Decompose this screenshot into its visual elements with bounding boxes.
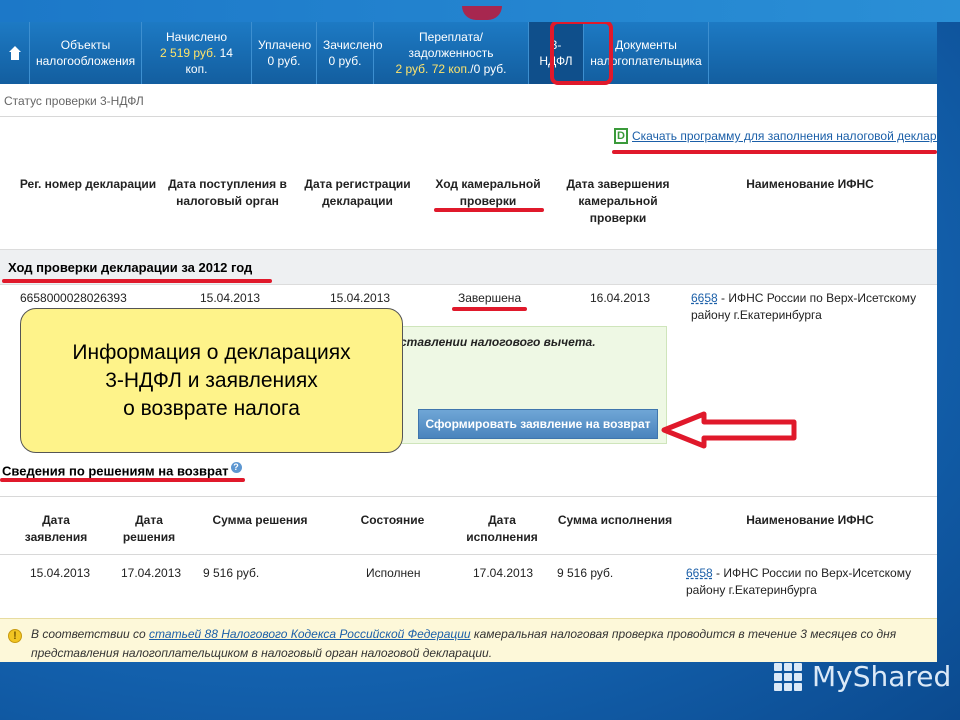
ifns-name-cont: району г.Екатеринбурга <box>691 308 822 322</box>
col-header-registered: Дата регистрации декларации <box>304 177 411 208</box>
annotation-underline <box>612 150 937 154</box>
nav-debt-amount: /0 руб. <box>470 62 507 76</box>
cell-ifns: 6658 - ИФНС России по Верх-Исетскому рай… <box>691 290 931 324</box>
col-header-state: Состояние <box>360 513 425 527</box>
annotation-underline <box>434 208 544 212</box>
notice-text-part: В соответствии со <box>31 627 150 641</box>
annotation-underline <box>2 279 272 283</box>
nav-label: Зачислено <box>323 38 383 52</box>
cell-amount: 9 516 руб. <box>203 566 260 580</box>
cell-ifns: 6658 - ИФНС России по Верх-Исетскому рай… <box>686 565 926 599</box>
col-header-received: Дата поступления в налоговый орган <box>168 177 287 208</box>
nav-label: Переплата/задолженность <box>408 30 494 60</box>
ifns-name: - ИФНС России по Верх-Исетскому <box>712 566 912 580</box>
notice-text: В соответствии со статьей 88 Налогового … <box>31 625 911 662</box>
nav-accrued[interactable]: Начислено 2 519 руб. 14 коп. <box>142 22 252 84</box>
nav-sublabel: 0 руб. <box>267 54 301 68</box>
deduction-notice-box: ставлении налогового вычета. Сформироват… <box>395 326 667 444</box>
col-header-amount: Сумма решения <box>212 513 308 527</box>
slide-top-strip <box>0 0 960 22</box>
nav-overpayment[interactable]: Переплата/задолженность 2 руб. 72 коп./0… <box>374 22 529 84</box>
screenshot-panel: Объекты налогообложения Начислено 2 519 … <box>0 22 937 662</box>
nav-label: Уплачено <box>258 38 312 52</box>
cell-received: 15.04.2013 <box>200 291 261 305</box>
divider <box>0 116 937 117</box>
page-breadcrumb: Статус проверки 3-НДФЛ <box>4 94 144 108</box>
section-title-refunds: Сведения по решениям на возврат? <box>2 462 242 478</box>
annotation-arrow-icon <box>661 411 797 449</box>
home-icon <box>8 46 21 60</box>
col-header-ifns: Наименование ИФНС <box>746 177 874 191</box>
callout-line: о возврате налога <box>123 396 300 420</box>
nav-label: Объекты <box>60 38 111 52</box>
decoration <box>462 6 502 20</box>
brand-watermark: MyShared <box>774 660 951 693</box>
divider <box>0 496 937 497</box>
refund-section-title: Сведения по решениям на возврат <box>2 463 229 479</box>
top-nav: Объекты налогообложения Начислено 2 519 … <box>0 22 937 84</box>
ifns-code-link[interactable]: 6658 <box>686 566 713 580</box>
cell-state: Исполнен <box>366 566 421 580</box>
nav-paid[interactable]: Уплачено 0 руб. <box>252 22 317 84</box>
col-header-exec-amount: Сумма исполнения <box>557 513 673 527</box>
annotation-box-3ndfl <box>550 22 613 85</box>
brand-name: MyShared <box>812 660 952 693</box>
nav-label: Начислено <box>165 30 227 44</box>
col-header-decided: Дата решения <box>122 513 176 544</box>
article-88-link[interactable]: статьей 88 Налогового Кодекса Российской… <box>149 627 471 641</box>
download-link-text[interactable]: Скачать программу для заполнения налогов… <box>632 129 937 143</box>
cell-completed: 16.04.2013 <box>590 291 651 305</box>
nav-sublabel: 0 руб. <box>328 54 362 68</box>
nav-credited[interactable]: Зачислено 0 руб. <box>317 22 383 84</box>
callout-line: Информация о декларациях <box>72 340 351 364</box>
cell-exec-amount: 9 516 руб. <box>557 566 614 580</box>
col-header-completed: Дата завершения камеральной проверки <box>566 177 670 225</box>
nav-accrued-rub: 2 519 руб. <box>160 46 217 60</box>
section-title-declaration: Ход проверки декларации за 2012 год <box>8 260 253 275</box>
download-program-link[interactable]: D Скачать программу для заполнения налог… <box>614 128 937 144</box>
col-header-reg-number: Рег. номер декларации <box>19 177 157 191</box>
notice-text-part: камеральная налоговая проверка проводитс… <box>470 627 897 641</box>
notice-text-part: представления налогоплательщиком в налог… <box>31 646 493 660</box>
nav-sublabel: налогообложения <box>36 54 136 68</box>
col-header-executed: Дата исполнения <box>466 513 538 544</box>
create-refund-application-button[interactable]: Сформировать заявление на возврат <box>418 409 658 439</box>
col-header-ifns: Наименование ИФНС <box>746 513 874 527</box>
divider <box>0 554 937 555</box>
deduction-notice-text: ставлении налогового вычета. <box>400 335 596 349</box>
cell-applied: 15.04.2013 <box>30 566 91 580</box>
nav-objects[interactable]: Объекты налогообложения <box>30 22 142 84</box>
ifns-name: - ИФНС России по Верх-Исетскому <box>717 291 917 305</box>
info-callout: Информация о декларациях 3-НДФЛ и заявле… <box>20 308 403 453</box>
cell-executed: 17.04.2013 <box>473 566 534 580</box>
cell-decided: 17.04.2013 <box>121 566 182 580</box>
cell-reg-number: 6658000028026393 <box>20 291 127 305</box>
warning-icon: ! <box>8 629 22 643</box>
callout-line: 3-НДФЛ и заявлениях <box>105 368 318 392</box>
col-header-applied: Дата заявления <box>24 513 88 544</box>
ifns-name-cont: району г.Екатеринбурга <box>686 583 817 597</box>
brand-logo-icon <box>774 662 804 691</box>
col-header-progress: Ход камеральной проверки <box>435 177 541 208</box>
nav-overpayment-amount: 2 руб. 72 коп. <box>395 62 471 76</box>
home-button[interactable] <box>0 22 30 84</box>
cell-progress: Завершена <box>458 291 522 305</box>
ifns-code-link[interactable]: 6658 <box>691 291 718 305</box>
help-icon[interactable]: ? <box>230 462 242 473</box>
annotation-underline <box>0 478 245 482</box>
program-icon: D <box>614 128 628 144</box>
cell-registered: 15.04.2013 <box>330 291 391 305</box>
notice-bar: ! В соответствии со статьей 88 Налоговог… <box>0 618 937 662</box>
annotation-underline <box>452 307 527 311</box>
